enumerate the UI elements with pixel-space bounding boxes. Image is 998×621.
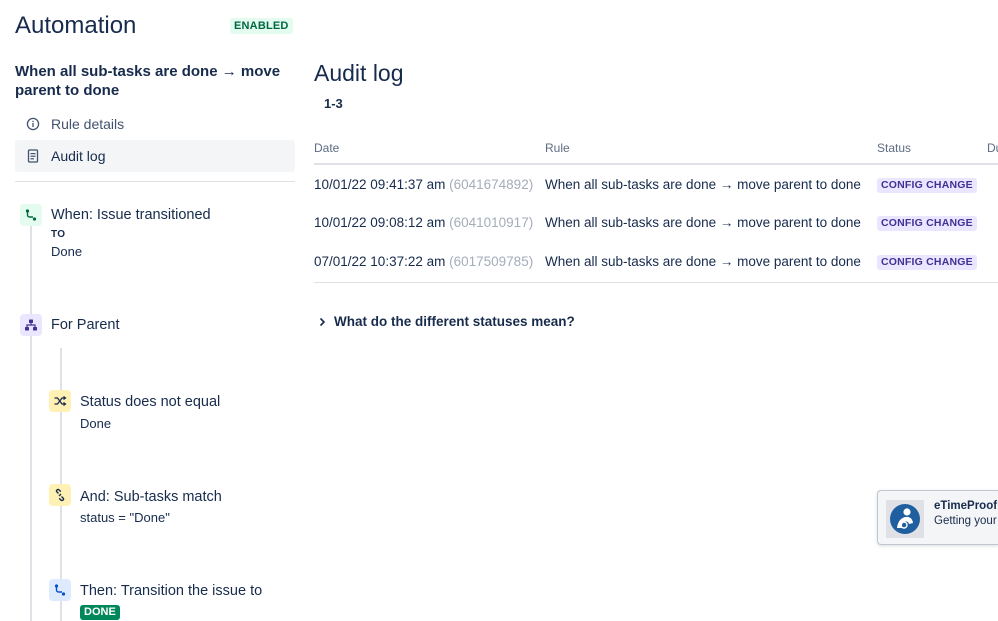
column-header-status[interactable]: Status [877, 141, 911, 155]
shuffle-icon [49, 390, 71, 412]
hierarchy-icon [20, 314, 42, 336]
trigger-to-label: TO [51, 229, 66, 240]
etimeproof-widget[interactable]: eTimeProof Getting your [877, 490, 998, 545]
chevron-right-icon [316, 316, 328, 328]
status-badge: CONFIG CHANGE [877, 255, 977, 270]
rule-name: When all sub-tasks are done → move paren… [15, 63, 281, 99]
row-rule-link[interactable]: When all sub-tasks are done → move paren… [545, 215, 861, 230]
nav-rule-details[interactable]: Rule details [15, 108, 295, 140]
flow-connector-main [30, 225, 32, 621]
row-date: 10/01/22 09:41:37 am (6041674892) [314, 177, 534, 192]
column-header-duration[interactable]: Du [987, 141, 998, 155]
etimeproof-logo-icon [886, 500, 924, 538]
widget-subtitle: Getting your [934, 515, 997, 527]
branch-title: For Parent [51, 317, 120, 333]
info-icon [25, 116, 41, 132]
sidebar-divider [15, 181, 295, 182]
trigger-value: Done [51, 244, 83, 259]
status-badge: CONFIG CHANGE [877, 178, 977, 193]
transition-icon [49, 579, 71, 601]
action-title: Then: Transition the issue to [80, 583, 263, 599]
table-footer-divider [314, 282, 998, 283]
nav-audit-log[interactable]: Audit log [15, 140, 295, 172]
sidebar: Automation ENABLED When all sub-tasks ar… [0, 0, 300, 621]
condition2-title: And: Sub-tasks match [80, 489, 222, 505]
app-title: Automation [15, 12, 137, 39]
column-header-date[interactable]: Date [314, 141, 339, 155]
row-date: 07/01/22 10:37:22 am (6017509785) [314, 254, 534, 269]
table-row[interactable]: 07/01/22 10:37:22 am (6017509785) When a… [314, 254, 998, 276]
row-execution-id: (6017509785) [449, 254, 534, 269]
row-execution-id: (6041674892) [449, 177, 534, 192]
result-range: 1-3 [324, 96, 343, 111]
table-row[interactable]: 10/01/22 09:41:37 am (6041674892) When a… [314, 177, 998, 199]
status-badge: CONFIG CHANGE [877, 216, 977, 231]
document-icon [25, 148, 41, 164]
transition-icon [20, 204, 42, 226]
row-rule-link[interactable]: When all sub-tasks are done → move paren… [545, 254, 861, 269]
page-title: Audit log [314, 60, 404, 86]
enabled-badge: ENABLED [230, 18, 293, 34]
column-header-rule[interactable]: Rule [545, 141, 570, 155]
done-status-badge: DONE [80, 605, 120, 620]
condition2-value: status = "Done" [80, 510, 170, 525]
expander-label: What do the different statuses mean? [334, 314, 575, 329]
nav-audit-log-label: Audit log [51, 148, 106, 164]
row-rule-link[interactable]: When all sub-tasks are done → move paren… [545, 177, 861, 192]
statuses-help-expander[interactable]: What do the different statuses mean? [316, 314, 575, 329]
automation-page: Automation ENABLED When all sub-tasks ar… [0, 0, 998, 621]
nav-rule-details-label: Rule details [51, 116, 125, 132]
widget-title: eTimeProof [934, 500, 998, 512]
condition1-title: Status does not equal [80, 394, 221, 410]
trigger-title: When: Issue transitioned [51, 207, 211, 223]
condition1-value: Done [80, 416, 112, 431]
table-header-divider [314, 163, 998, 165]
table-row[interactable]: 10/01/22 09:08:12 am (6041010917) When a… [314, 215, 998, 237]
row-execution-id: (6041010917) [449, 215, 534, 230]
link-icon [49, 484, 71, 506]
row-date: 10/01/22 09:08:12 am (6041010917) [314, 215, 534, 230]
